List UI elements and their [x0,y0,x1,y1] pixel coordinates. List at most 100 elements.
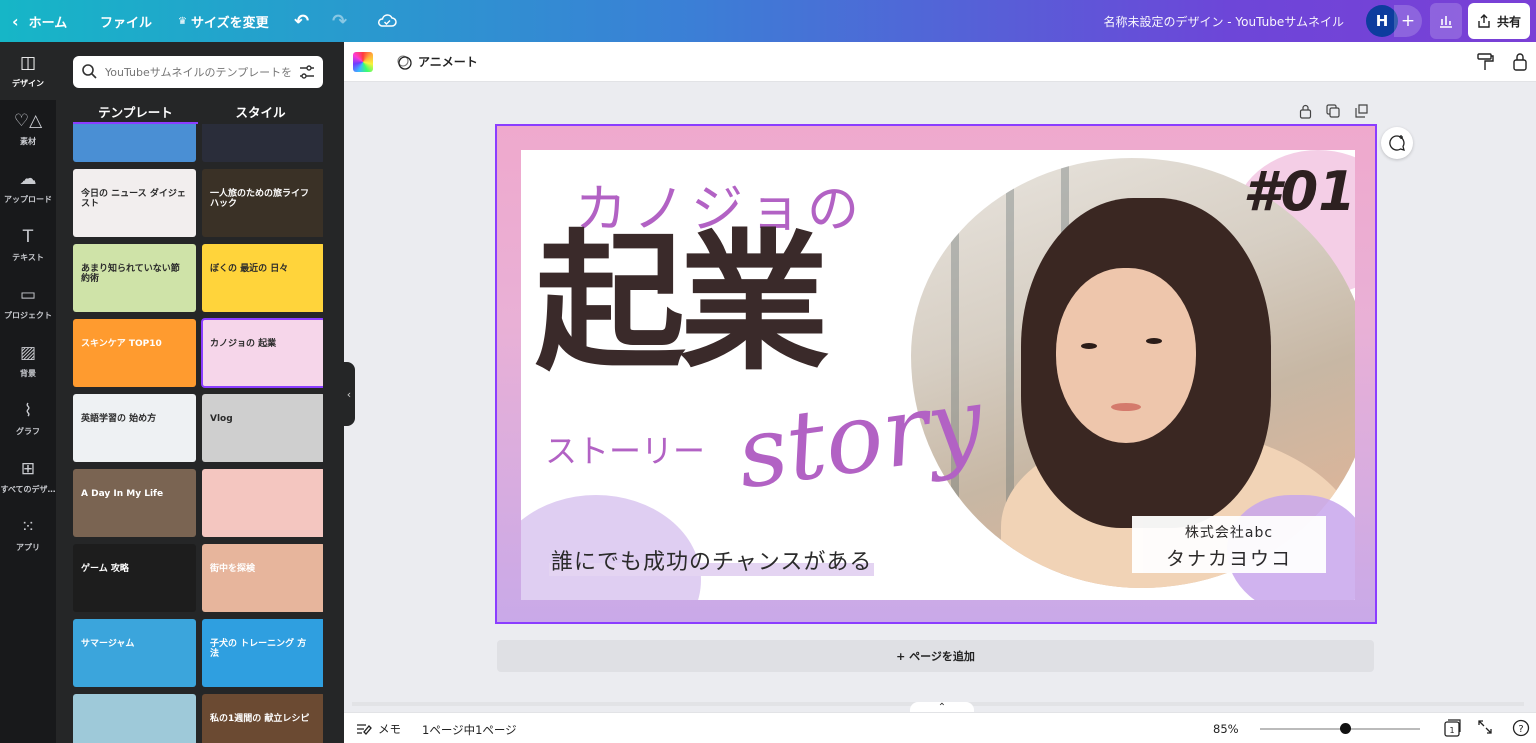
insights-button[interactable] [1430,3,1462,39]
template-thumbnail[interactable]: A Day In My Life [73,469,196,537]
search-box [73,56,323,88]
rail-item-charts[interactable]: ⌇ グラフ [0,390,56,448]
template-thumbnail[interactable]: Vlog [202,394,323,462]
template-thumbnail[interactable]: 子犬の トレーニング 方法 [202,619,323,687]
add-comment-button[interactable] [1381,127,1413,159]
template-thumbnail-text: 英語学習の 始め方 [81,414,157,424]
design-subtitle-ja[interactable]: ストーリー [545,426,705,472]
template-thumbnail-text: サマージャム [81,639,135,649]
template-thumbnail[interactable]: 一人旅のための旅ライフハック [202,169,323,237]
template-thumbnail[interactable]: カノジョの 起業 [201,318,323,388]
duplicate-icon[interactable] [1326,104,1340,118]
background-icon: ▨ [19,342,37,363]
template-thumbnail[interactable] [202,469,323,537]
undo-button[interactable]: ↶ [294,0,309,42]
help-button[interactable]: ? [1512,719,1530,740]
rail-item-elements[interactable]: ♡△ 素材 [0,100,56,158]
template-thumbnail[interactable]: 私の1週間の 献立レシピ [202,694,323,743]
collapse-panel-button[interactable]: ‹ [343,362,355,426]
rail-item-projects[interactable]: ▭ プロジェクト [0,274,56,332]
home-label: ホーム [28,15,68,31]
template-thumbnail[interactable]: 英語学習の 始め方 [73,394,196,462]
design-person: タナカヨウコ [1165,548,1292,570]
file-menu[interactable]: ファイル [100,0,152,42]
bottom-bar: メモ 1ページ中1ページ 85% 1 ? [344,712,1536,743]
templates-panel: テンプレート スタイル HTML入門今日の ニュース ダイジェスト 一人旅のための… [56,42,344,743]
tab-templates[interactable]: テンプレート [73,98,198,124]
folder-icon: ▭ [19,284,37,305]
paint-roller-icon [1477,53,1494,70]
share-label: 共有 [1496,14,1521,29]
template-thumbnail[interactable] [73,694,196,743]
page-indicator: 1ページ中1ページ [422,723,517,737]
design-name-box[interactable]: 株式会社abc タナカヨウコ [1132,516,1326,573]
grid-icon: ⊞ [20,458,36,479]
design-heading-kigyo[interactable]: 起業 [535,228,829,378]
animate-button[interactable]: アニメート [396,53,478,70]
filter-icon[interactable] [298,63,316,81]
zoom-level[interactable]: 85% [1213,722,1239,736]
home-button[interactable]: ‹ ホーム [12,0,67,42]
search-input[interactable] [105,62,293,82]
rail-item-all-designs[interactable]: ⊞ すべてのデザ… [0,448,56,506]
save-status-button[interactable] [377,0,397,42]
template-thumbnail[interactable] [73,124,196,162]
page-count-button[interactable]: 1 [1442,719,1462,740]
invite-button[interactable]: + [1394,5,1422,37]
template-thumbnail[interactable]: あまり知られていない節約術 [73,244,196,312]
lock-icon[interactable] [1299,104,1312,119]
chart-icon: ⌇ [23,400,33,421]
zoom-slider-handle[interactable] [1339,723,1351,734]
template-thumbnail-text: Vlog [210,414,233,424]
top-bar: ‹ ホーム ファイル ♛ サイズを変更 ↶ ↷ 名称未設定のデザイン - You… [0,0,1536,42]
template-thumbnail[interactable]: スキンケア TOP10 [73,319,196,387]
resize-label: サイズを変更 [190,15,269,31]
template-thumbnail-text: ぼくの 最近の 日々 [210,264,289,274]
template-thumbnail[interactable]: ゲーム 攻略 [73,544,196,612]
rail-item-uploads[interactable]: ☁ アップロード [0,158,56,216]
search-icon [82,64,97,79]
animate-label: アニメート [418,55,478,69]
lock-button[interactable] [1512,52,1528,76]
notes-button[interactable]: メモ [356,721,401,737]
rail-item-background[interactable]: ▨ 背景 [0,332,56,390]
template-thumbnail-text: 私の1週間の 献立レシピ [210,714,310,724]
rail-item-text[interactable]: T テキスト [0,216,56,274]
bar-chart-icon [1440,16,1452,28]
template-thumbnail[interactable]: HTML入門 [202,124,323,162]
template-thumbnail-text: 子犬の トレーニング 方法 [210,639,307,660]
help-icon: ? [1512,719,1530,737]
design-catchphrase[interactable]: 誰にでも成功のチャンスがある [549,544,875,576]
document-title[interactable]: 名称未設定のデザイン - YouTubeサムネイル [1103,0,1344,42]
rail-item-design[interactable]: ◫ デザイン [0,42,56,100]
share-button[interactable]: 共有 [1468,3,1530,39]
add-page-button[interactable]: + ページを追加 [497,640,1374,672]
fullscreen-button[interactable] [1477,719,1493,738]
template-thumbnail[interactable]: サマージャム [73,619,196,687]
tab-styles[interactable]: スタイル [198,98,323,124]
face-shape [1056,268,1196,443]
rail-item-label: デザイン [12,78,44,88]
rail-item-label: 素材 [20,136,36,146]
template-thumbnail[interactable]: 今日の ニュース ダイジェスト [73,169,196,237]
share-icon [1478,14,1490,28]
design-canvas[interactable]: カノジョの 起業 ストーリー story 誰にでも成功のチャンスがある #01 … [495,124,1377,624]
template-thumbnail[interactable]: 街中を探検 [202,544,323,612]
resize-button[interactable]: ♛ サイズを変更 [178,0,269,42]
template-thumbnail-text: A Day In My Life [81,489,164,499]
editor-toolbar: アニメート [344,42,1536,82]
eye-shape [1146,338,1162,344]
redo-button[interactable]: ↷ [332,0,347,42]
text-icon: T [22,226,34,247]
rail-item-apps[interactable]: ⁙ アプリ [0,506,56,564]
shapes-icon: ♡△ [13,110,43,131]
template-thumbnail[interactable]: ぼくの 最近の 日々 [202,244,323,312]
undo-icon: ↶ [294,10,310,32]
svg-text:1: 1 [1449,726,1454,735]
color-picker-button[interactable] [353,52,373,72]
template-thumbnail-text: カノジョの 起業 [210,339,277,349]
add-page-icon[interactable] [1354,104,1368,118]
design-episode-number[interactable]: #01 [1243,160,1355,223]
copy-style-button[interactable] [1476,52,1494,76]
redo-icon: ↷ [332,10,348,32]
